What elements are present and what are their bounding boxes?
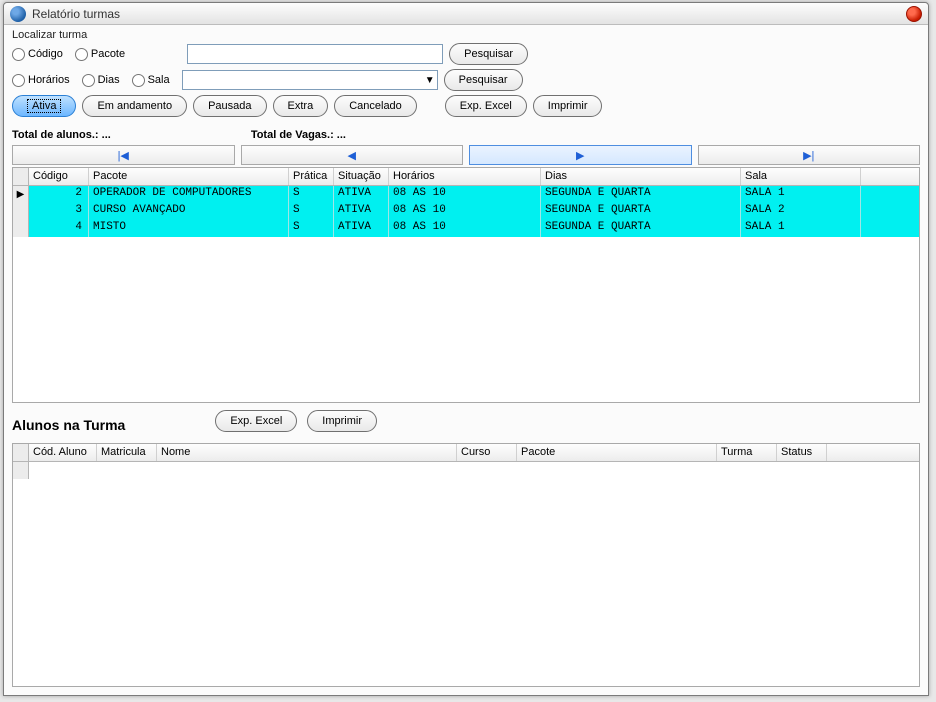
filter-ativa-button[interactable]: Ativa <box>12 95 76 117</box>
filter-extra-button[interactable]: Extra <box>273 95 329 117</box>
row-indicator <box>13 220 29 237</box>
cell-codigo: 4 <box>29 220 89 237</box>
nav-next-button[interactable]: ▶ <box>469 145 692 165</box>
total-alunos-label: Total de alunos.: ... <box>12 129 111 141</box>
col-dias[interactable]: Dias <box>541 168 741 185</box>
search-legend: Localizar turma <box>12 29 920 41</box>
cell-pratica: S <box>289 203 334 220</box>
imprimir-2-button[interactable]: Imprimir <box>307 410 377 432</box>
search-combo[interactable]: ▼ <box>182 70 438 90</box>
nav-row: |◀ ◀ ▶ ▶| <box>12 145 920 165</box>
exp-excel-1-button[interactable]: Exp. Excel <box>445 95 527 117</box>
row-indicator <box>13 462 29 479</box>
chevron-down-icon: ▼ <box>425 75 435 86</box>
total-vagas-label: Total de Vagas.: ... <box>251 129 346 141</box>
grid-alunos: Cód. Aluno Matricula Nome Curso Pacote T… <box>12 443 920 687</box>
grid-turmas: Código Pacote Prática Situação Horários … <box>12 167 920 403</box>
close-icon[interactable] <box>906 6 922 22</box>
search-row-1: Código Pacote Pesquisar <box>12 43 920 65</box>
imprimir-1-button[interactable]: Imprimir <box>533 95 603 117</box>
filter-row: Ativa Em andamento Pausada Extra Cancela… <box>12 95 920 117</box>
table-row[interactable]: 2OPERADOR DE COMPUTADORESSATIVA08 AS 10S… <box>29 186 919 203</box>
cell-pacote: OPERADOR DE COMPUTADORES <box>89 186 289 203</box>
col-situacao[interactable]: Situação <box>334 168 389 185</box>
col2-status[interactable]: Status <box>777 444 827 461</box>
radio-horarios[interactable]: Horários <box>12 74 70 87</box>
col2-codaluno[interactable]: Cód. Aluno <box>29 444 97 461</box>
window-relatorio-turmas: Relatório turmas Localizar turma Código … <box>3 2 929 696</box>
nav-prev-button[interactable]: ◀ <box>241 145 464 165</box>
cell-dias: SEGUNDA E QUARTA <box>541 186 741 203</box>
table-row[interactable]: 4MISTOSATIVA08 AS 10SEGUNDA E QUARTASALA… <box>29 220 919 237</box>
row-indicator <box>13 203 29 220</box>
cell-codigo: 3 <box>29 203 89 220</box>
pesquisar-2-button[interactable]: Pesquisar <box>444 69 523 91</box>
cell-dias: SEGUNDA E QUARTA <box>541 203 741 220</box>
col2-pacote[interactable]: Pacote <box>517 444 717 461</box>
cell-horarios: 08 AS 10 <box>389 186 541 203</box>
col-sala[interactable]: Sala <box>741 168 861 185</box>
cell-situacao: ATIVA <box>334 186 389 203</box>
empty-row <box>29 462 919 479</box>
grid-corner <box>13 168 29 186</box>
cell-pacote: MISTO <box>89 220 289 237</box>
col2-turma[interactable]: Turma <box>717 444 777 461</box>
cell-sala: SALA 1 <box>741 186 861 203</box>
cell-horarios: 08 AS 10 <box>389 203 541 220</box>
nav-last-button[interactable]: ▶| <box>698 145 921 165</box>
totals-row: Total de alunos.: ... Total de Vagas.: .… <box>12 129 920 141</box>
col-horarios[interactable]: Horários <box>389 168 541 185</box>
col2-matricula[interactable]: Matricula <box>97 444 157 461</box>
radio-codigo[interactable]: Código <box>12 48 63 61</box>
col2-nome[interactable]: Nome <box>157 444 457 461</box>
cell-situacao: ATIVA <box>334 203 389 220</box>
filter-cancelado-button[interactable]: Cancelado <box>334 95 417 117</box>
radio-dias[interactable]: Dias <box>82 74 120 87</box>
cell-sala: SALA 1 <box>741 220 861 237</box>
cell-pacote: CURSO AVANÇADO <box>89 203 289 220</box>
cell-codigo: 2 <box>29 186 89 203</box>
nav-first-button[interactable]: |◀ <box>12 145 235 165</box>
app-icon <box>10 6 26 22</box>
cell-dias: SEGUNDA E QUARTA <box>541 220 741 237</box>
cell-horarios: 08 AS 10 <box>389 220 541 237</box>
radio-pacote[interactable]: Pacote <box>75 48 125 61</box>
cell-pratica: S <box>289 220 334 237</box>
grid-corner <box>13 444 29 462</box>
cell-sala: SALA 2 <box>741 203 861 220</box>
window-title: Relatório turmas <box>32 7 906 21</box>
col-codigo[interactable]: Código <box>29 168 89 185</box>
titlebar[interactable]: Relatório turmas <box>4 3 928 25</box>
cell-pratica: S <box>289 186 334 203</box>
cell-situacao: ATIVA <box>334 220 389 237</box>
pesquisar-1-button[interactable]: Pesquisar <box>449 43 528 65</box>
search-row-2: Horários Dias Sala ▼ Pesquisar <box>12 69 920 91</box>
filter-pausada-button[interactable]: Pausada <box>193 95 266 117</box>
radio-sala[interactable]: Sala <box>132 74 170 87</box>
alunos-title: Alunos na Turma <box>12 417 125 433</box>
exp-excel-2-button[interactable]: Exp. Excel <box>215 410 297 432</box>
section-alunos-header: Alunos na Turma Exp. Excel Imprimir <box>12 403 920 439</box>
search-text-input[interactable] <box>187 44 443 64</box>
col2-curso[interactable]: Curso <box>457 444 517 461</box>
row-indicator: ▶ <box>13 186 29 203</box>
content-area: Localizar turma Código Pacote Pesquisar … <box>4 25 928 695</box>
col-pacote[interactable]: Pacote <box>89 168 289 185</box>
table-row[interactable]: 3CURSO AVANÇADOSATIVA08 AS 10SEGUNDA E Q… <box>29 203 919 220</box>
filter-em-andamento-button[interactable]: Em andamento <box>82 95 187 117</box>
col-pratica[interactable]: Prática <box>289 168 334 185</box>
